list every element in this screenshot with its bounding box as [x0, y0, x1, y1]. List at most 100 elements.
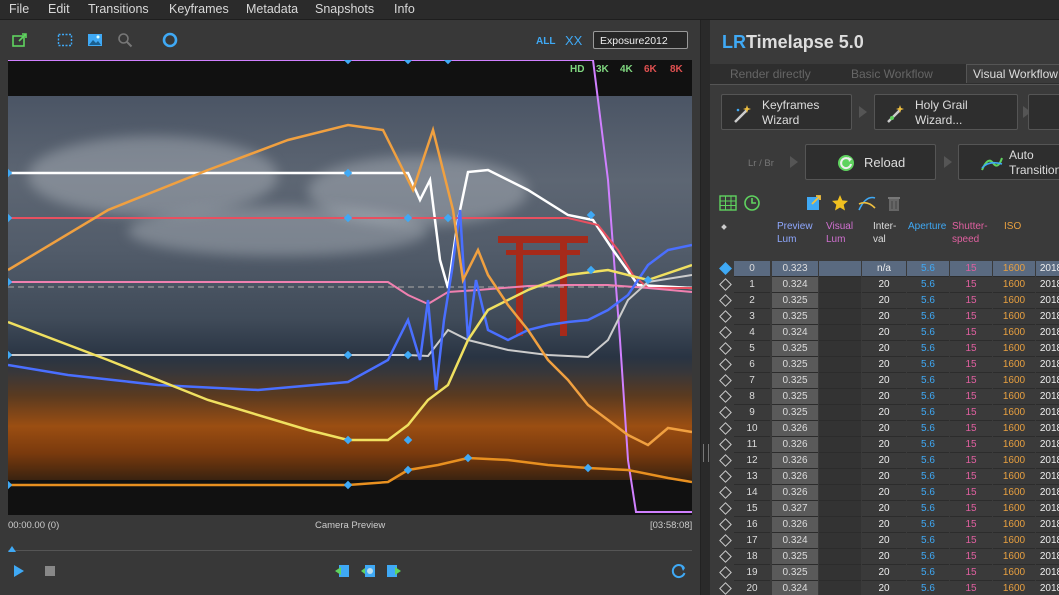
- col-preview-lum[interactable]: Preview Lum: [777, 220, 813, 246]
- keyframe-diamond-icon[interactable]: [719, 294, 732, 307]
- keyframe-diamond-icon[interactable]: [719, 550, 732, 563]
- all-keyframes-button[interactable]: ALL: [536, 36, 555, 47]
- table-row[interactable]: 190.325 205.61516002018: [710, 565, 1059, 581]
- timeline-scrubber[interactable]: [8, 550, 692, 551]
- col-shutterspeed[interactable]: Shutter- speed: [952, 220, 988, 246]
- keyframe-diamond-icon[interactable]: [719, 390, 732, 403]
- table-row[interactable]: 160.326 205.61516002018: [710, 517, 1059, 533]
- menu-edit[interactable]: Edit: [48, 2, 70, 16]
- keyframe-diamond-icon[interactable]: [719, 406, 732, 419]
- keyframe-diamond-icon[interactable]: [719, 502, 732, 515]
- grid-icon[interactable]: [719, 194, 737, 212]
- frame-preview-icon[interactable]: [360, 564, 376, 578]
- tab-render-directly[interactable]: Render directly: [730, 67, 811, 81]
- selection-icon[interactable]: [57, 32, 73, 48]
- table-row[interactable]: 90.325 205.61516002018: [710, 405, 1059, 421]
- keyframe-curves[interactable]: [8, 60, 692, 515]
- table-row[interactable]: 10.324 205.61516002018: [710, 277, 1059, 293]
- cell-date: 2018: [1036, 501, 1059, 517]
- table-row[interactable]: 00.323 n/a5.61516002018: [710, 261, 1059, 277]
- table-row[interactable]: 140.326 205.61516002018: [710, 485, 1059, 501]
- menu-transitions[interactable]: Transitions: [88, 2, 149, 16]
- keyframe-diamond-icon[interactable]: [719, 310, 732, 323]
- menu-keyframes[interactable]: Keyframes: [169, 2, 229, 16]
- cell-shutter: 15: [950, 485, 992, 501]
- zoom-icon[interactable]: [117, 32, 133, 48]
- keyframe-diamond-icon[interactable]: [719, 342, 732, 355]
- tab-basic-workflow[interactable]: Basic Workflow: [851, 67, 933, 81]
- tab-visual-workflow[interactable]: Visual Workflow: [966, 64, 1059, 83]
- table-row[interactable]: 40.324 205.61516002018: [710, 325, 1059, 341]
- keyframe-markers[interactable]: [8, 60, 653, 490]
- cell-iso: 1600: [993, 533, 1035, 549]
- menu-metadata[interactable]: Metadata: [246, 2, 298, 16]
- circle-tool-icon[interactable]: [162, 32, 178, 48]
- table-row[interactable]: 100.326 205.61516002018: [710, 421, 1059, 437]
- keyframe-diamond-icon[interactable]: [719, 582, 732, 595]
- table-row[interactable]: 70.325 205.61516002018: [710, 373, 1059, 389]
- table-row[interactable]: 110.326 205.61516002018: [710, 437, 1059, 453]
- star-icon[interactable]: [831, 194, 849, 212]
- keyframe-diamond-icon[interactable]: [719, 438, 732, 451]
- splitter-grip[interactable]: [703, 444, 709, 462]
- holy-grail-wizard-button[interactable]: Holy Grail Wizard...: [874, 94, 1018, 130]
- keyframe-diamond-icon[interactable]: [719, 534, 732, 547]
- cell-date: 2018: [1036, 421, 1059, 437]
- metadata-select[interactable]: Exposure2012: [593, 31, 688, 49]
- export-frame-icon[interactable]: [12, 32, 28, 48]
- clock-icon[interactable]: [743, 194, 761, 212]
- reload-button[interactable]: Reload: [805, 144, 936, 180]
- scrubber-handle[interactable]: [8, 546, 16, 552]
- keyframes-wizard-button[interactable]: Keyframes Wizard: [721, 94, 852, 130]
- image-table[interactable]: 00.323n/a5.6151600201810.324205.61516002…: [710, 261, 1059, 595]
- menu-file[interactable]: File: [9, 2, 29, 16]
- stop-icon[interactable]: [45, 566, 55, 576]
- curve-toggle-icon[interactable]: XX: [565, 33, 582, 48]
- keyframe-diamond-icon[interactable]: [719, 470, 732, 483]
- cell-iso: 1600: [993, 309, 1035, 325]
- image-icon[interactable]: [87, 32, 103, 48]
- col-iso[interactable]: ISO: [1004, 220, 1021, 233]
- col-visual-lum[interactable]: Visual Lum: [826, 220, 853, 246]
- table-row[interactable]: 180.325 205.61516002018: [710, 549, 1059, 565]
- keyframe-diamond-icon[interactable]: [719, 518, 732, 531]
- col-aperture[interactable]: Aperture: [908, 220, 946, 233]
- keyframe-diamond-icon[interactable]: [719, 326, 732, 339]
- panel-splitter[interactable]: [700, 20, 710, 595]
- keyframe-diamond-icon[interactable]: [719, 486, 732, 499]
- table-row[interactable]: 170.324 205.61516002018: [710, 533, 1059, 549]
- play-icon[interactable]: [14, 565, 24, 577]
- table-row[interactable]: 80.325 205.61516002018: [710, 389, 1059, 405]
- keyframe-diamond-icon[interactable]: [719, 374, 732, 387]
- auto-transition-button[interactable]: Auto Transition: [958, 144, 1059, 180]
- keyframe-diamond-icon[interactable]: [719, 262, 732, 275]
- cell-date: 2018: [1036, 485, 1059, 501]
- cell-shutter: 15: [950, 469, 992, 485]
- table-row[interactable]: 150.327205.61516002018: [710, 501, 1059, 517]
- cell-iso: 1600: [993, 389, 1035, 405]
- menu-info[interactable]: Info: [394, 2, 415, 16]
- keyframe-diamond-icon[interactable]: [719, 454, 732, 467]
- menu-snapshots[interactable]: Snapshots: [315, 2, 374, 16]
- col-interval[interactable]: Inter- val: [873, 220, 896, 246]
- keyframe-diamond-icon[interactable]: [719, 566, 732, 579]
- trash-icon[interactable]: [885, 194, 903, 212]
- cell-interval: 20: [862, 357, 906, 373]
- table-row[interactable]: 130.326 205.61516002018: [710, 469, 1059, 485]
- frame-back-icon[interactable]: [334, 564, 350, 578]
- refresh-icon[interactable]: [671, 563, 687, 579]
- table-row[interactable]: 60.325 205.61516002018: [710, 357, 1059, 373]
- table-row[interactable]: 20.325 205.61516002018: [710, 293, 1059, 309]
- preview-viewer[interactable]: HD 3K 4K 6K 8K: [8, 60, 692, 515]
- table-row[interactable]: 50.325 205.61516002018: [710, 341, 1059, 357]
- curve-icon[interactable]: [858, 194, 876, 212]
- export-icon[interactable]: [805, 194, 823, 212]
- table-row[interactable]: 30.325 205.61516002018: [710, 309, 1059, 325]
- next-step-button[interactable]: [1028, 94, 1059, 130]
- keyframe-diamond-icon[interactable]: [719, 422, 732, 435]
- keyframe-diamond-icon[interactable]: [719, 358, 732, 371]
- table-row[interactable]: 200.324205.61516002018: [710, 581, 1059, 595]
- frame-forward-icon[interactable]: [386, 564, 402, 578]
- keyframe-diamond-icon[interactable]: [719, 278, 732, 291]
- table-row[interactable]: 120.326 205.61516002018: [710, 453, 1059, 469]
